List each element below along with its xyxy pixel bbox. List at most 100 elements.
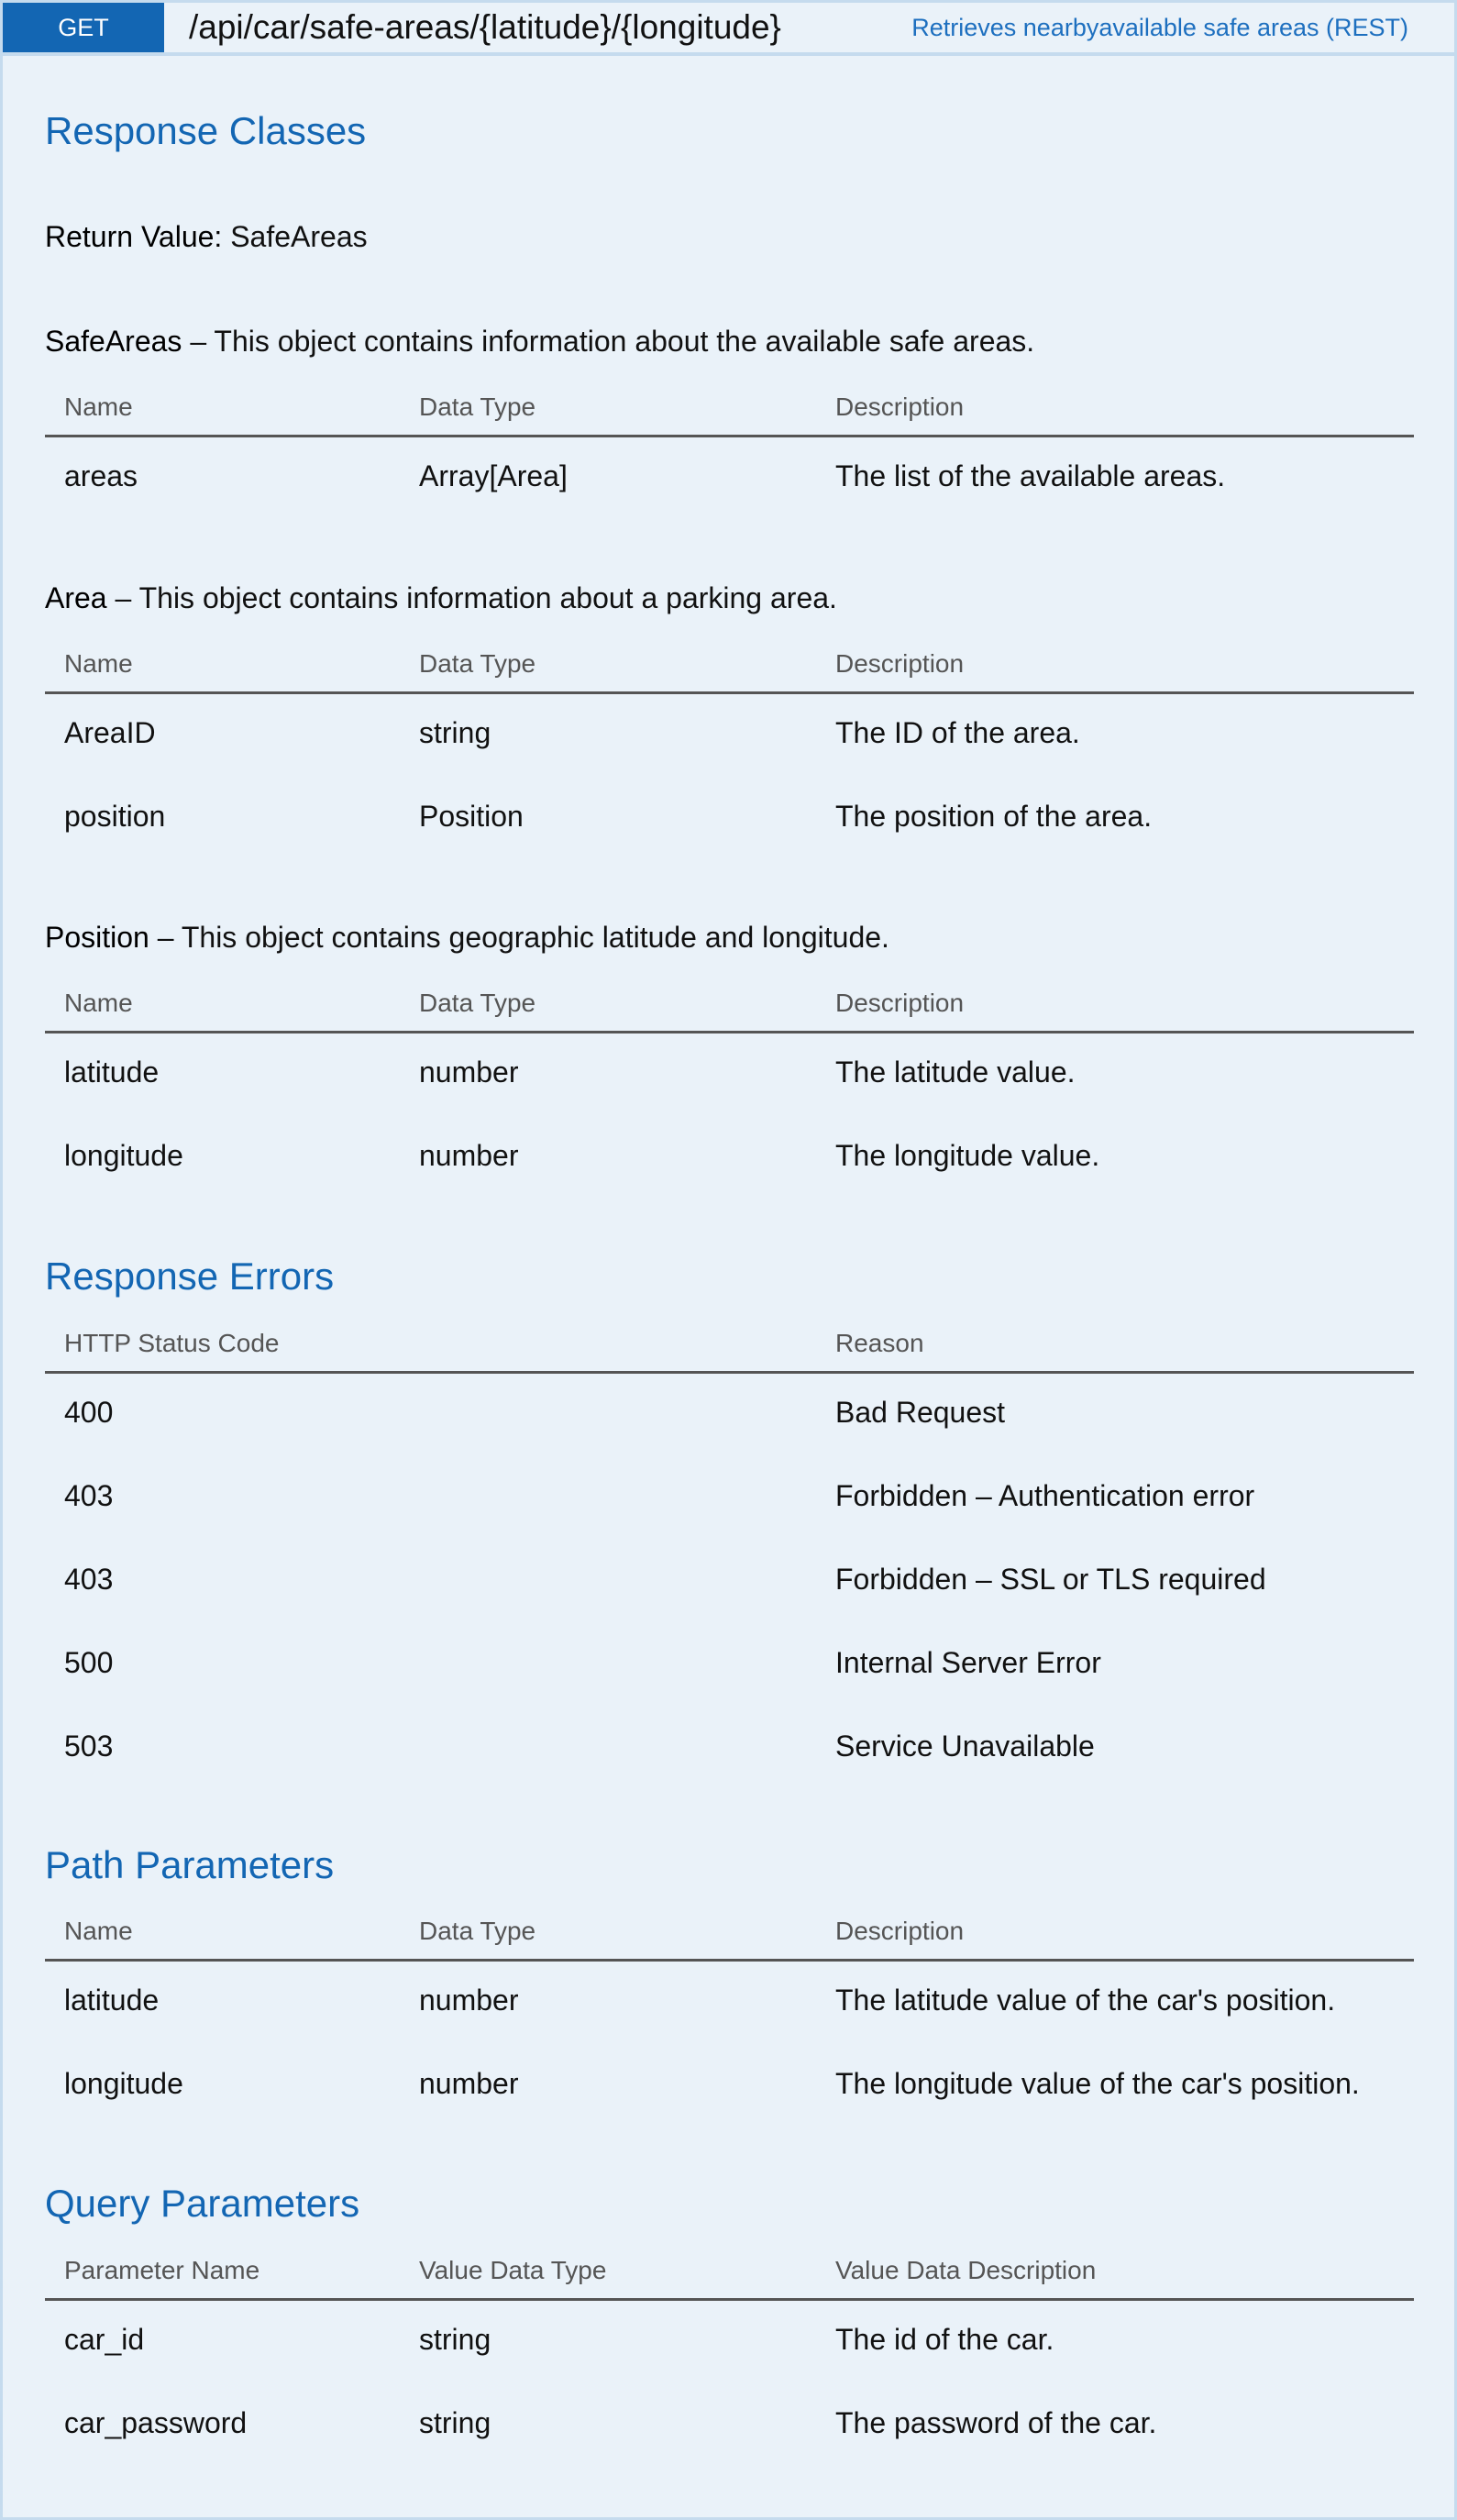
table-response-errors: HTTP Status Code Reason 400 Bad Request 403 F…: [45, 1321, 1414, 1791]
query-parameters-title: Query Parameters: [45, 2182, 360, 2225]
table-cell: Forbidden – Authentication error: [835, 1479, 1255, 1512]
table-cell: string: [419, 2323, 491, 2356]
table-cell: string: [419, 2406, 491, 2439]
http-method-badge: GET: [3, 3, 164, 52]
column-header: HTTP Status Code: [64, 1329, 280, 1357]
table-cell: The password of the car.: [835, 2406, 1157, 2439]
table-header: HTTP Status Code Reason: [45, 1321, 1414, 1374]
table-cell: string: [419, 716, 491, 749]
object-description: – This object contains information about…: [106, 581, 837, 614]
column-header: Description: [835, 989, 965, 1017]
path-parameters-title: Path Parameters: [45, 1843, 335, 1886]
table-cell: car_id: [64, 2323, 145, 2356]
table-row: car_password string The password of the ca…: [45, 2384, 1414, 2468]
response-errors-title: Response Errors: [45, 1254, 335, 1298]
object-desc-area: Area – This object contains information …: [45, 581, 837, 615]
column-header: Data Type: [419, 392, 536, 421]
table-row: 500 Internal Server Error: [45, 1624, 1414, 1708]
column-header: Data Type: [419, 989, 536, 1017]
table-cell: 400: [64, 1396, 114, 1429]
table-row: latitude number The latitude value.: [45, 1033, 1414, 1117]
object-name: SafeAreas: [45, 325, 182, 358]
column-header: Name: [64, 392, 133, 421]
table-cell: Array[Area]: [419, 459, 568, 492]
column-header: Data Type: [419, 649, 536, 678]
table-cell: AreaID: [64, 716, 156, 749]
return-value-type: SafeAreas: [230, 220, 368, 253]
table-header: Name Data Type Description: [45, 1909, 1414, 1962]
table-cell: Service Unavailable: [835, 1730, 1095, 1763]
table-row: longitude number The longitude value of th…: [45, 2045, 1414, 2128]
endpoint-header[interactable]: GET /api/car/safe-areas/{latitude}/{long…: [3, 3, 1454, 56]
return-value-label: Return Value:: [45, 220, 223, 253]
table-row: areas Array[Area] The list of the availabl…: [45, 437, 1414, 521]
table-cell: The longitude value of the car's positio…: [835, 2067, 1360, 2100]
table-cell: The latitude value.: [835, 1056, 1076, 1089]
column-header: Name: [64, 649, 133, 678]
object-desc-safeareas: SafeAreas – This object contains informa…: [45, 325, 1034, 359]
table-cell: 403: [64, 1479, 114, 1512]
table-row: car_id string The id of the car.: [45, 2301, 1414, 2384]
table-cell: number: [419, 2067, 519, 2100]
table-cell: The ID of the area.: [835, 716, 1080, 749]
endpoint-summary[interactable]: Retrieves nearbyavailable safe areas (RE…: [911, 3, 1408, 52]
table-cell: Internal Server Error: [835, 1646, 1101, 1679]
table-cell: The longitude value.: [835, 1139, 1100, 1172]
table-cell: Forbidden – SSL or TLS required: [835, 1563, 1266, 1596]
table-cell: The list of the available areas.: [835, 459, 1226, 492]
table-row: 403 Forbidden – SSL or TLS required: [45, 1541, 1414, 1624]
table-cell: number: [419, 1984, 519, 2017]
column-header: Description: [835, 649, 965, 678]
table-cell: longitude: [64, 1139, 183, 1172]
table-row: longitude number The longitude value.: [45, 1117, 1414, 1200]
table-header: Name Data Type Description: [45, 642, 1414, 694]
column-header: Parameter Name: [64, 2256, 260, 2284]
object-description: – This object contains geographic latitu…: [149, 921, 889, 954]
object-name: Position: [45, 921, 149, 954]
object-description: – This object contains information about…: [182, 325, 1035, 358]
object-name: Area: [45, 581, 107, 614]
table-row: latitude number The latitude value of the …: [45, 1962, 1414, 2045]
column-header: Name: [64, 989, 133, 1017]
column-header: Description: [835, 1917, 965, 1945]
table-area: Name Data Type Description AreaID string The …: [45, 642, 1414, 861]
table-cell: areas: [64, 459, 138, 492]
table-cell: number: [419, 1139, 519, 1172]
table-safeareas: Name Data Type Description areas Array[Area]…: [45, 385, 1414, 521]
table-position: Name Data Type Description latitude number Th…: [45, 981, 1414, 1200]
table-cell: 500: [64, 1646, 114, 1679]
table-header: Parameter Name Value Data Type Value Data …: [45, 2249, 1414, 2301]
table-cell: 403: [64, 1563, 114, 1596]
table-cell: latitude: [64, 1984, 160, 2017]
table-cell: latitude: [64, 1056, 160, 1089]
column-header: Reason: [835, 1329, 924, 1357]
table-row: AreaID string The ID of the area.: [45, 694, 1414, 778]
table-header: Name Data Type Description: [45, 981, 1414, 1033]
column-header: Value Data Type: [419, 2256, 607, 2284]
column-header: Description: [835, 392, 965, 421]
endpoint-path[interactable]: /api/car/safe-areas/{latitude}/{longitud…: [189, 3, 781, 52]
column-header: Name: [64, 1917, 133, 1945]
table-path-parameters: Name Data Type Description latitude number Th…: [45, 1909, 1414, 2128]
response-classes-title: Response Classes: [45, 109, 367, 152]
table-query-parameters: Parameter Name Value Data Type Value Data …: [45, 2249, 1414, 2468]
table-cell: number: [419, 1056, 519, 1089]
return-value: Return Value: SafeAreas: [45, 220, 368, 254]
object-desc-position: Position – This object contains geograph…: [45, 921, 889, 955]
table-cell: longitude: [64, 2067, 183, 2100]
table-cell: 503: [64, 1730, 114, 1763]
table-cell: The latitude value of the car's position…: [835, 1984, 1336, 2017]
table-row: position Position The position of the area…: [45, 778, 1414, 861]
table-cell: Position: [419, 800, 524, 833]
table-cell: Bad Request: [835, 1396, 1006, 1429]
table-cell: car_password: [64, 2406, 248, 2439]
table-header: Name Data Type Description: [45, 385, 1414, 437]
column-header: Data Type: [419, 1917, 536, 1945]
table-row: 400 Bad Request: [45, 1374, 1414, 1457]
table-row: 503 Service Unavailable: [45, 1708, 1414, 1791]
table-row: 403 Forbidden – Authentication error: [45, 1457, 1414, 1541]
column-header: Value Data Description: [835, 2256, 1097, 2284]
table-cell: The position of the area.: [835, 800, 1153, 833]
table-cell: position: [64, 800, 166, 833]
table-cell: The id of the car.: [835, 2323, 1054, 2356]
